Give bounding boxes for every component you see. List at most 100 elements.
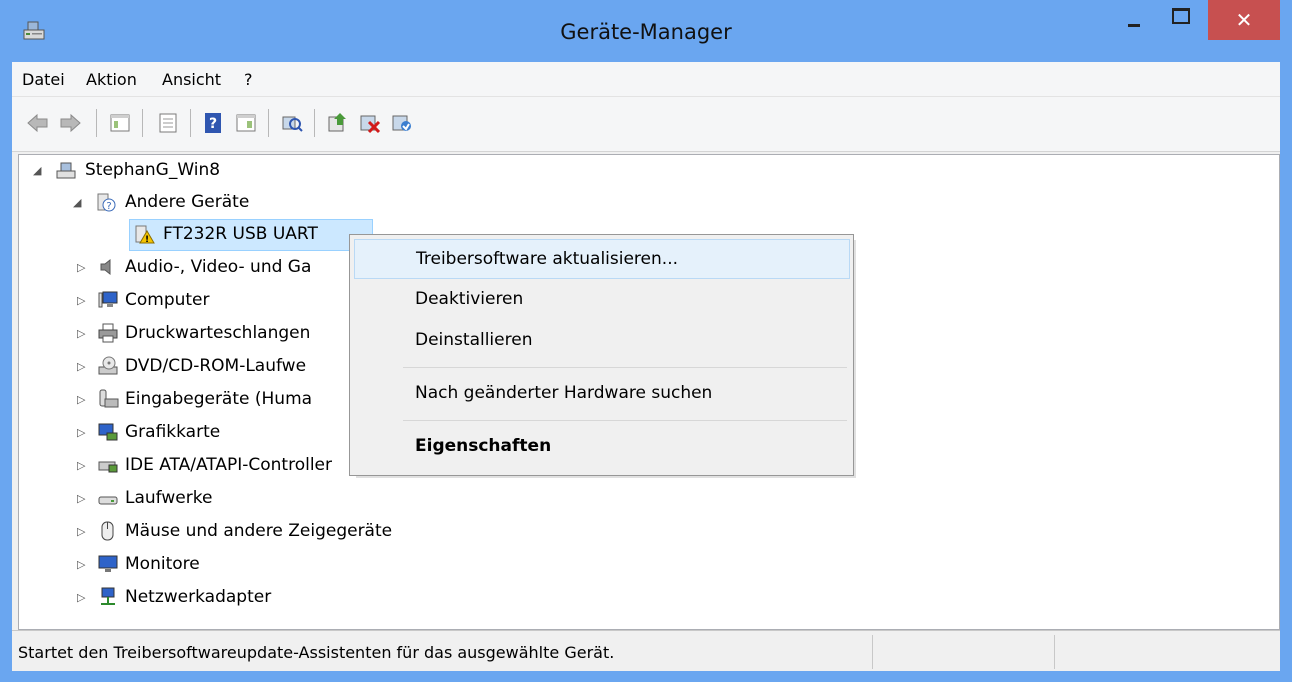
- tree-item-dvd[interactable]: ▷ DVD/CD-ROM-Laufwe: [77, 351, 367, 381]
- tree-item-input-devices[interactable]: ▷ Eingabegeräte (Huma: [77, 384, 367, 414]
- tree-item-label: Audio-, Video- und Ga: [125, 257, 312, 277]
- ide-controller-icon: [98, 461, 118, 473]
- menu-separator: [403, 420, 847, 421]
- tree-item-other-devices[interactable]: ◢ ? Andere Geräte: [73, 187, 473, 217]
- toolbar-separator: [190, 109, 191, 137]
- title-bar[interactable]: Geräte-Manager ✕: [0, 0, 1292, 62]
- console-tree-icon[interactable]: [108, 111, 132, 135]
- svg-text:?: ?: [209, 116, 217, 132]
- close-icon: ✕: [1235, 8, 1253, 32]
- tree-item-drives[interactable]: ▷ Laufwerke: [77, 483, 477, 513]
- collapse-arrow-icon[interactable]: ◢: [33, 156, 41, 186]
- expand-arrow-icon[interactable]: ▷: [77, 418, 85, 448]
- menu-item-scan-hardware[interactable]: Nach geänderter Hardware suchen: [354, 374, 848, 412]
- tree-item-computer[interactable]: ▷ Computer: [77, 285, 367, 315]
- close-button[interactable]: ✕: [1208, 0, 1280, 40]
- scan-hardware-icon[interactable]: [280, 111, 304, 135]
- toolbar-separator: [268, 109, 269, 137]
- tree-item-print-queues[interactable]: ▷ Druckwarteschlangen: [77, 318, 367, 348]
- menu-item-label: Eigenschaften: [415, 436, 552, 456]
- back-arrow-icon[interactable]: [26, 111, 50, 135]
- tree-item-label: Netzwerkadapter: [125, 587, 272, 607]
- menu-item-label: Deaktivieren: [415, 289, 524, 309]
- tree-item-ft232r[interactable]: ! FT232R USB UART: [133, 219, 373, 249]
- printer-icon: [98, 323, 118, 343]
- context-menu: Treibersoftware aktualisieren... Deaktiv…: [349, 234, 854, 476]
- menu-item-update-driver[interactable]: Treibersoftware aktualisieren...: [354, 239, 850, 279]
- tree-item-network[interactable]: ▷ Netzwerkadapter: [77, 582, 477, 612]
- menu-item-uninstall[interactable]: Deinstallieren: [354, 321, 848, 359]
- toolbar-separator: [314, 109, 315, 137]
- menu-item-label: Nach geänderter Hardware suchen: [415, 383, 713, 403]
- expand-arrow-icon[interactable]: ▷: [77, 286, 85, 316]
- tree-item-label: Laufwerke: [125, 488, 213, 508]
- tree-item-label: Eingabegeräte (Huma: [125, 389, 313, 409]
- toolbar: ?: [12, 97, 1280, 152]
- toolbar-separator: [96, 109, 97, 137]
- tree-item-label: Druckwarteschlangen: [125, 323, 311, 343]
- forward-arrow-icon[interactable]: [58, 111, 82, 135]
- network-adapter-icon: [101, 587, 115, 605]
- maximize-button[interactable]: [1158, 0, 1204, 40]
- svg-text:!: !: [145, 235, 149, 245]
- menu-item-label: Treibersoftware aktualisieren...: [416, 249, 678, 269]
- expand-arrow-icon[interactable]: ▷: [77, 451, 85, 481]
- menu-item-properties[interactable]: Eigenschaften: [354, 427, 848, 465]
- menu-ansicht[interactable]: Ansicht: [162, 70, 221, 89]
- menu-bar: Datei Aktion Ansicht ?: [12, 62, 1280, 97]
- tree-item-label: IDE ATA/ATAPI-Controller: [125, 455, 333, 475]
- mouse-icon: [101, 521, 114, 541]
- toolbar-separator: [142, 109, 143, 137]
- unknown-device-icon: ?: [97, 193, 116, 212]
- dvd-drive-icon: [98, 356, 118, 375]
- minimize-icon: [1128, 24, 1140, 27]
- computer-root-icon: [56, 162, 76, 179]
- tree-item-label: FT232R USB UART: [163, 224, 318, 244]
- tree-item-label: Grafikkarte: [125, 422, 221, 442]
- status-bar: Startet den Treibersoftwareupdate-Assist…: [12, 630, 1280, 671]
- monitor-icon: [98, 555, 118, 572]
- tree-item-graphics[interactable]: ▷ Grafikkarte: [77, 417, 367, 447]
- expand-arrow-icon[interactable]: ▷: [77, 550, 85, 580]
- menu-separator: [403, 367, 847, 368]
- tree-item-audio[interactable]: ▷ Audio-, Video- und Ga: [77, 252, 367, 282]
- tree-item-label: Computer: [125, 290, 210, 310]
- window-title: Geräte-Manager: [560, 20, 732, 44]
- collapse-arrow-icon[interactable]: ◢: [73, 188, 81, 218]
- tree-item-label: DVD/CD-ROM-Laufwe: [125, 356, 307, 376]
- display-adapter-icon: [98, 423, 118, 441]
- maximize-icon: [1172, 8, 1190, 24]
- expand-arrow-icon[interactable]: ▷: [77, 484, 85, 514]
- menu-help[interactable]: ?: [244, 70, 253, 89]
- disable-device-icon[interactable]: [358, 111, 382, 135]
- tree-root[interactable]: ◢ StephanG_Win8: [33, 155, 433, 185]
- device-manager-window: Geräte-Manager ✕ Datei Aktion Ansicht ? …: [0, 0, 1292, 682]
- tree-item-label: Andere Geräte: [125, 192, 250, 212]
- menu-item-label: Deinstallieren: [415, 330, 533, 350]
- status-divider: [872, 635, 873, 669]
- tree-root-label: StephanG_Win8: [85, 160, 221, 180]
- tree-item-mice[interactable]: ▷ Mäuse und andere Zeigegeräte: [77, 516, 577, 546]
- update-driver-icon[interactable]: [326, 111, 350, 135]
- menu-datei[interactable]: Datei: [22, 70, 65, 89]
- tree-item-monitors[interactable]: ▷ Monitore: [77, 549, 477, 579]
- expand-arrow-icon[interactable]: ▷: [77, 319, 85, 349]
- help-icon[interactable]: ?: [202, 111, 226, 135]
- expand-arrow-icon[interactable]: ▷: [77, 385, 85, 415]
- expand-arrow-icon[interactable]: ▷: [77, 352, 85, 382]
- menu-aktion[interactable]: Aktion: [86, 70, 137, 89]
- minimize-button[interactable]: [1112, 0, 1158, 40]
- properties-icon[interactable]: [156, 111, 180, 135]
- expand-arrow-icon[interactable]: ▷: [77, 253, 85, 283]
- svg-text:?: ?: [106, 201, 111, 212]
- expand-arrow-icon[interactable]: ▷: [77, 583, 85, 613]
- tree-item-label: Mäuse und andere Zeigegeräte: [125, 521, 393, 541]
- menu-item-disable[interactable]: Deaktivieren: [354, 280, 848, 318]
- action-pane-icon[interactable]: [234, 111, 258, 135]
- status-text: Startet den Treibersoftwareupdate-Assist…: [18, 643, 615, 662]
- status-divider: [1054, 635, 1055, 669]
- expand-arrow-icon[interactable]: ▷: [77, 517, 85, 547]
- disk-drive-icon: [98, 496, 118, 505]
- uninstall-device-icon[interactable]: [390, 111, 414, 135]
- warning-device-icon: !: [135, 225, 155, 245]
